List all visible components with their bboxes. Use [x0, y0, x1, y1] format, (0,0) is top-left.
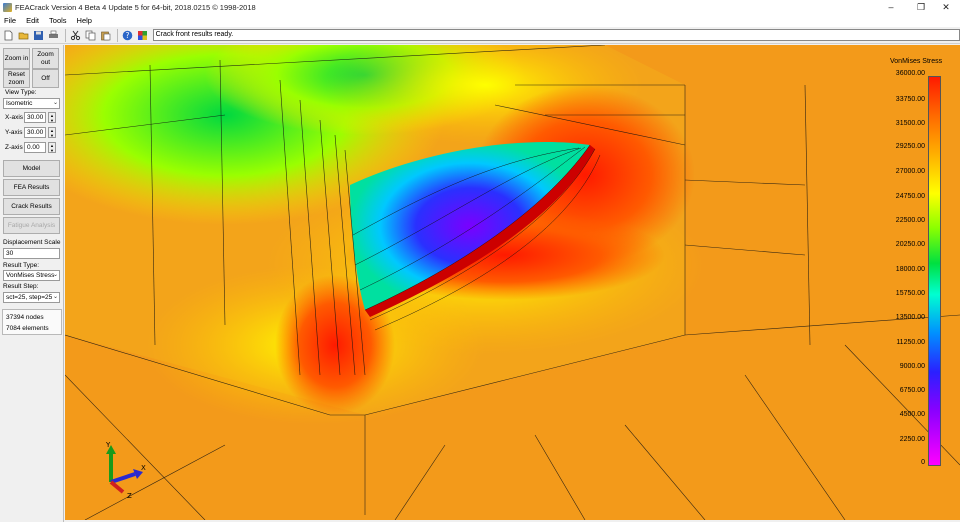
- save-icon[interactable]: [32, 29, 45, 42]
- legend-tick: 29250.00: [895, 143, 925, 150]
- title-bar: FEACrack Version 4 Beta 4 Update 5 for 6…: [0, 0, 960, 14]
- menu-help[interactable]: Help: [77, 16, 92, 25]
- toolbar-separator: [64, 28, 66, 42]
- view-type-select[interactable]: Isometric ⌄: [3, 98, 60, 109]
- color-palette-icon[interactable]: [136, 29, 149, 42]
- cut-icon[interactable]: [69, 29, 82, 42]
- mesh-stats: 37394 nodes 7084 elements: [2, 309, 62, 335]
- displacement-scale-input[interactable]: 30: [3, 248, 60, 259]
- legend-tick: 6750.00: [899, 387, 925, 394]
- print-icon[interactable]: [47, 29, 60, 42]
- legend-tick: 13500.00: [895, 314, 925, 321]
- copy-icon[interactable]: [84, 29, 97, 42]
- fea-results-button[interactable]: FEA Results: [3, 179, 60, 196]
- fea-contour-plot: [65, 45, 960, 520]
- result-step-label: Result Step:: [3, 283, 39, 290]
- legend-tick: 36000.00: [895, 70, 925, 77]
- x-axis-spinner[interactable]: ▲ ▼: [48, 112, 56, 123]
- legend-tick: 0: [921, 459, 925, 466]
- zoom-out-button[interactable]: Zoom out: [32, 48, 59, 69]
- minimize-button[interactable]: –: [875, 0, 907, 14]
- left-control-panel: Zoom in Zoom out Reset zoom Off View Typ…: [0, 45, 64, 522]
- help-icon[interactable]: ?: [121, 29, 134, 42]
- z-axis-spinner[interactable]: ▲ ▼: [48, 142, 56, 153]
- legend-tick: 24750.00: [895, 193, 925, 200]
- legend-tick: 4500.00: [899, 411, 925, 418]
- chevron-down-icon: ⌄: [52, 294, 58, 300]
- chevron-down-icon: ⌄: [52, 100, 58, 106]
- model-button[interactable]: Model: [3, 160, 60, 177]
- crack-results-button[interactable]: Crack Results: [3, 198, 60, 215]
- app-icon: [3, 2, 12, 12]
- menu-tools[interactable]: Tools: [49, 16, 67, 25]
- y-axis-spinner[interactable]: ▲ ▼: [48, 127, 56, 138]
- legend-title: VonMises Stress: [890, 58, 943, 65]
- legend-tick: 27000.00: [895, 168, 925, 175]
- legend-tick: 20250.00: [895, 241, 925, 248]
- legend-color-bar: [928, 76, 941, 466]
- view-type-label: View Type:: [5, 89, 37, 96]
- legend-tick: 9000.00: [899, 363, 925, 370]
- menu-edit[interactable]: Edit: [26, 16, 39, 25]
- z-axis-letter: Z: [127, 492, 132, 500]
- legend-tick: 33750.00: [895, 96, 925, 103]
- model-viewport[interactable]: Y X Z: [65, 45, 960, 520]
- result-type-select[interactable]: VonMises Stress ⌄: [3, 270, 60, 281]
- paste-icon[interactable]: [99, 29, 112, 42]
- legend-tick: 11250.00: [896, 339, 925, 346]
- y-axis-label: Y-axis: [5, 129, 23, 136]
- zoom-in-button[interactable]: Zoom in: [3, 48, 30, 69]
- view-type-value: Isometric: [6, 100, 33, 107]
- menu-file[interactable]: File: [4, 16, 16, 25]
- new-file-icon[interactable]: [2, 29, 15, 42]
- result-type-label: Result Type:: [3, 262, 40, 269]
- legend-tick: 22500.00: [895, 217, 925, 224]
- result-step-value: sct=25, step=25: [6, 294, 53, 301]
- legend-tick: 15750.00: [895, 290, 925, 297]
- legend-tick: 18000.00: [895, 266, 925, 273]
- x-axis-arrow: [110, 472, 136, 484]
- legend-tick: 2250.00: [899, 436, 925, 443]
- x-axis-input[interactable]: 30.00: [24, 112, 46, 123]
- reset-zoom-button[interactable]: Reset zoom: [3, 69, 30, 88]
- z-axis-input[interactable]: 0.00: [24, 142, 46, 153]
- menu-bar: File Edit Tools Help: [0, 14, 960, 27]
- svg-text:?: ?: [125, 31, 129, 40]
- legend-tick: 31500.00: [895, 120, 925, 127]
- fatigue-analysis-button[interactable]: Fatigue Analysis: [3, 217, 60, 234]
- close-button[interactable]: ✕: [930, 0, 960, 14]
- off-button[interactable]: Off: [32, 69, 59, 88]
- result-type-value: VonMises Stress: [6, 272, 55, 279]
- x-axis-label: X-axis: [5, 114, 24, 121]
- chevron-down-icon: ⌄: [52, 272, 58, 278]
- displacement-scale-label: Displacement Scale: [3, 239, 61, 246]
- node-count: 37394 nodes: [6, 314, 44, 321]
- y-axis-input[interactable]: 30.00: [24, 127, 46, 138]
- result-step-select[interactable]: sct=25, step=25 ⌄: [3, 292, 60, 303]
- z-axis-label: Z-axis: [5, 144, 23, 151]
- toolbar: ? Crack front results ready.: [0, 27, 960, 44]
- z-axis-arrow: [109, 480, 125, 494]
- x-axis-letter: X: [141, 464, 146, 472]
- toolbar-separator: [116, 28, 118, 42]
- axes-triad: Y X Z: [105, 441, 146, 500]
- open-folder-icon[interactable]: [17, 29, 30, 42]
- y-axis-letter: Y: [105, 441, 111, 449]
- status-message: Crack front results ready.: [152, 29, 960, 41]
- element-count: 7084 elements: [6, 325, 49, 332]
- window-title: FEACrack Version 4 Beta 4 Update 5 for 6…: [15, 2, 256, 12]
